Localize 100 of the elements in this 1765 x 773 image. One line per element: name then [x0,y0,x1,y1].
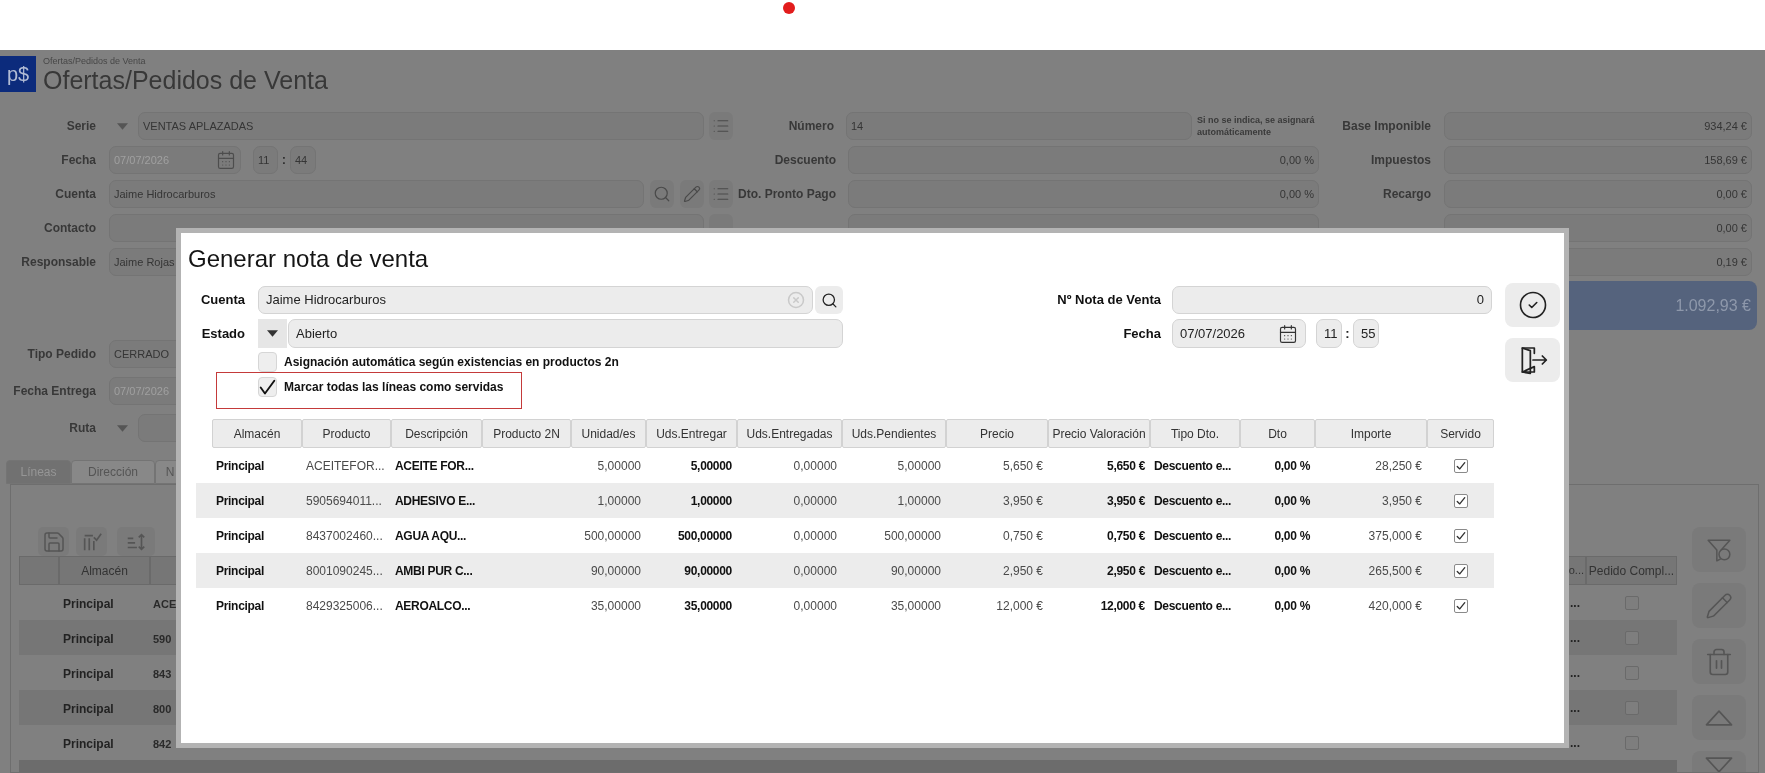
ellipsis-text: ... [1570,629,1580,647]
input-field[interactable]: 55 [1353,319,1379,348]
checkbox-label[interactable]: Asignación automática según existencias en productos 2n [284,353,619,371]
filter-button[interactable] [1692,527,1746,572]
checkbox[interactable] [1453,458,1468,473]
quantity-value: 1,00000 [597,492,641,510]
product-code: 590 [153,632,172,645]
exit-button[interactable] [1505,338,1560,382]
confirm-button[interactable] [1505,283,1560,327]
discount-type: Descuento e... [1154,597,1232,615]
quantity-value: 0,00000 [793,457,837,475]
column-header[interactable]: Precio [946,419,1048,448]
checkbox[interactable] [1453,528,1468,543]
column-header[interactable]: Almacén [212,419,302,448]
quantity-value: 1,00000 [690,492,732,510]
quantity-value: 5,00000 [597,457,641,475]
app-logo: p$ [0,56,36,92]
pencil-icon [1705,591,1733,620]
dropdown-button[interactable] [258,319,287,348]
quantity-value: 0,00000 [793,492,837,510]
product-code: ACEITEFOR... [306,457,385,475]
field-label: Recargo [1382,186,1431,203]
calendar-icon[interactable] [1278,323,1298,344]
triangle-up-icon [1705,709,1733,726]
field-label: Responsable [21,254,96,271]
amount-value: 3,950 € [1381,492,1422,510]
caret-icon [267,330,278,337]
search-button[interactable] [815,286,843,314]
column-header[interactable]: Tipo Dto. [1150,419,1240,448]
product-code: 843 [153,667,172,680]
checkbox[interactable] [1453,598,1468,613]
ellipsis-text: ... [1570,734,1580,752]
search-icon [820,291,838,309]
price-value: 12,000 € [1100,597,1145,615]
field-label: Cuenta [55,186,96,203]
column-header[interactable]: Unidad/es [571,419,646,448]
column-header[interactable]: Uds.Entregar [646,419,737,448]
warehouse-name: Principal [63,701,114,716]
input-field[interactable]: 07/07/2026 [1172,319,1306,348]
field-label: Ruta [69,420,96,437]
trash-icon [1704,646,1734,677]
price-value: 2,950 € [1002,562,1043,580]
quantity-value: 35,00000 [684,597,732,615]
checkmark-icon [1455,565,1466,576]
edit-button[interactable] [680,180,704,208]
caret-icon [117,424,128,432]
column-header[interactable]: Servido [1427,419,1494,448]
discount-value: 0,00 % [1274,562,1310,580]
input-field[interactable]: 11 [1316,319,1342,348]
checkmark-icon [1455,600,1466,611]
field-label: Impuestos [1371,152,1431,169]
discount-type: Descuento e... [1154,527,1232,545]
edit-button[interactable] [1692,583,1746,628]
save-button[interactable] [38,527,69,556]
sort-button[interactable] [117,527,155,556]
column-header[interactable]: Dto [1240,419,1315,448]
checkbox-label[interactable]: Marcar todas las líneas como servidas [284,378,504,396]
discount-type: Descuento e... [1154,562,1232,580]
price-value: 0,750 € [1107,527,1145,545]
product-code: 842 [153,737,172,750]
move-up-button[interactable] [1692,695,1746,740]
checkbox[interactable] [1453,493,1468,508]
product-description: AMBI PUR C... [395,562,473,580]
column-header[interactable]: Precio Valoración [1048,419,1150,448]
warehouse-name: Principal [216,562,264,580]
checkbox[interactable] [1453,563,1468,578]
columns-button[interactable] [76,527,107,556]
product-description: AEROALCO... [395,597,471,615]
move-down-button[interactable] [1692,751,1746,772]
warehouse-name: Principal [216,527,264,545]
product-code: 800 [153,702,172,715]
field-label: Dto. Pronto Pago [738,186,836,203]
column-header[interactable]: Producto 2N [482,419,571,448]
time-separator: : [280,151,288,170]
input-field[interactable]: Abierto [288,319,843,348]
clear-icon[interactable] [787,291,805,309]
column-header[interactable]: Descripción [391,419,482,448]
triangle-down-icon [1705,757,1733,772]
checkmark-icon [1455,460,1466,471]
column-header[interactable]: Uds.Entregadas [737,419,842,448]
table-row[interactable]: Principal 5905694011... ADHESIVO E... 1,00000 1,00000 0,00000 1,00000 3,950 € 3,950 € Descuento e... 0,00 % 3,950 € [196,483,1494,518]
column-header[interactable]: Uds.Pendientes [842,419,946,448]
funnel-icon [1706,536,1732,563]
input-field[interactable]: Jaime Hidrocarburos [258,286,813,314]
checkmark-icon [1455,530,1466,541]
field-label: Contacto [44,220,96,237]
time-separator: : [1344,324,1351,343]
list-button[interactable] [709,180,733,208]
input-field[interactable]: 0 [1172,286,1492,314]
delete-button[interactable] [1692,639,1746,684]
column-header[interactable]: Producto [302,419,391,448]
quantity-value: 0,00000 [793,597,837,615]
quantity-value: 0,00000 [793,562,837,580]
quantity-value: 90,00000 [684,562,732,580]
list-button[interactable] [709,112,733,140]
table-row[interactable]: Principal 8001090245... AMBI PUR C... 90,00000 90,00000 0,00000 90,00000 2,950 € 2,950 € Descuento e... 0,00 % 265,500 € [196,553,1494,588]
field-label: Base Imponible [1342,118,1431,135]
warehouse-name: Principal [63,631,114,646]
field-label: Fecha [1123,324,1161,343]
column-header[interactable]: Importe [1315,419,1427,448]
